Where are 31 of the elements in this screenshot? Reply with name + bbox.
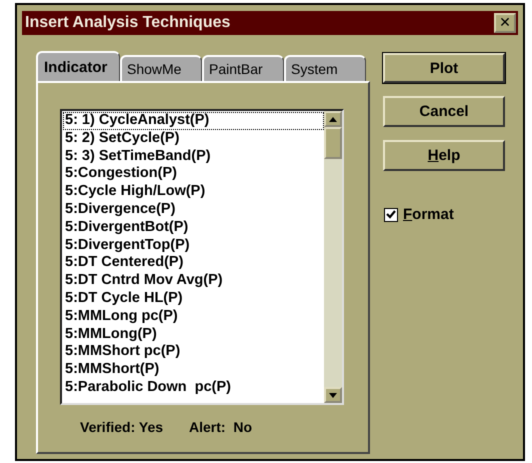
list-item[interactable]: 5:MMShort pc(P) bbox=[63, 343, 324, 362]
window-title: Insert Analysis Techniques bbox=[24, 14, 230, 32]
list-item[interactable]: 5:Divergence(P) bbox=[63, 200, 324, 219]
list-item[interactable]: 5:DivergentBot(P) bbox=[63, 218, 324, 237]
format-checkbox[interactable]: Format bbox=[383, 206, 505, 223]
list-item[interactable]: 5:DT Cycle HL(P) bbox=[63, 290, 324, 308]
list-item[interactable]: 5: 2) SetCycle(P) bbox=[63, 130, 324, 148]
close-button[interactable]: ✕ bbox=[494, 13, 516, 33]
list-item[interactable]: 5:MMShort(P) bbox=[63, 361, 324, 379]
tab[interactable]: Indicator bbox=[36, 51, 120, 81]
list-item[interactable]: 5:Congestion(P) bbox=[63, 165, 324, 184]
list-item[interactable]: 5:MMLong(P) bbox=[63, 326, 324, 344]
list-item[interactable]: 5:Cycle High/Low(P) bbox=[63, 183, 324, 201]
dialog-button[interactable]: Cancel bbox=[383, 96, 505, 127]
status-text: Alert: No bbox=[189, 419, 252, 435]
list-item[interactable]: 5:MMLong pc(P) bbox=[63, 308, 324, 326]
list-item[interactable]: 5:DT Cntrd Mov Avg(P) bbox=[63, 272, 324, 290]
list-item[interactable]: 5:Parabolic Down pc(P) bbox=[63, 378, 324, 397]
scroll-thumb[interactable] bbox=[324, 127, 342, 159]
status-text: Verified: Yes bbox=[80, 419, 164, 435]
tab[interactable]: ShowMe bbox=[120, 55, 202, 81]
checkbox[interactable] bbox=[384, 208, 398, 222]
tab[interactable]: PaintBar bbox=[202, 55, 284, 81]
list-item[interactable]: 5:DT Centered(P) bbox=[63, 254, 324, 272]
tab[interactable]: System bbox=[284, 55, 366, 81]
list-item[interactable]: 5: 1) CycleAnalyst(P) bbox=[63, 112, 324, 130]
dialog-button[interactable]: Help bbox=[383, 140, 505, 171]
scrollbar[interactable] bbox=[324, 111, 342, 403]
list-item[interactable]: 5:DivergentTop(P) bbox=[63, 236, 324, 254]
dialog-button[interactable]: Plot bbox=[383, 53, 505, 83]
list-item[interactable]: 5: 3) SetTimeBand(P) bbox=[63, 148, 324, 166]
